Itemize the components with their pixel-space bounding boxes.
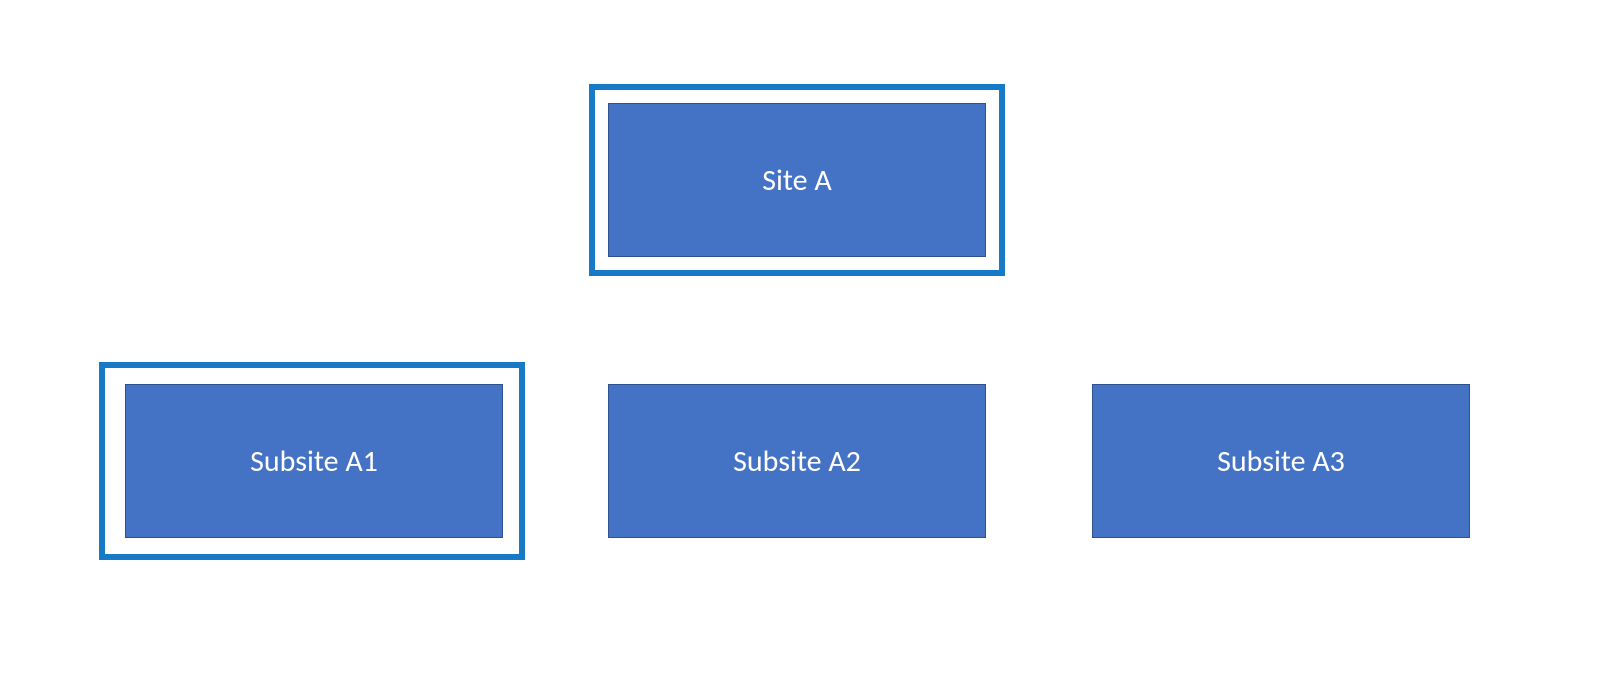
site-a-label: Site A xyxy=(762,162,831,199)
subsite-a3-node: Subsite A3 xyxy=(1092,384,1470,538)
subsite-a1-node: Subsite A1 xyxy=(125,384,503,538)
subsite-a1-label: Subsite A1 xyxy=(250,443,378,480)
site-a-node: Site A xyxy=(608,103,986,257)
subsite-a2-node: Subsite A2 xyxy=(608,384,986,538)
subsite-a3-label: Subsite A3 xyxy=(1217,443,1345,480)
subsite-a2-label: Subsite A2 xyxy=(733,443,861,480)
